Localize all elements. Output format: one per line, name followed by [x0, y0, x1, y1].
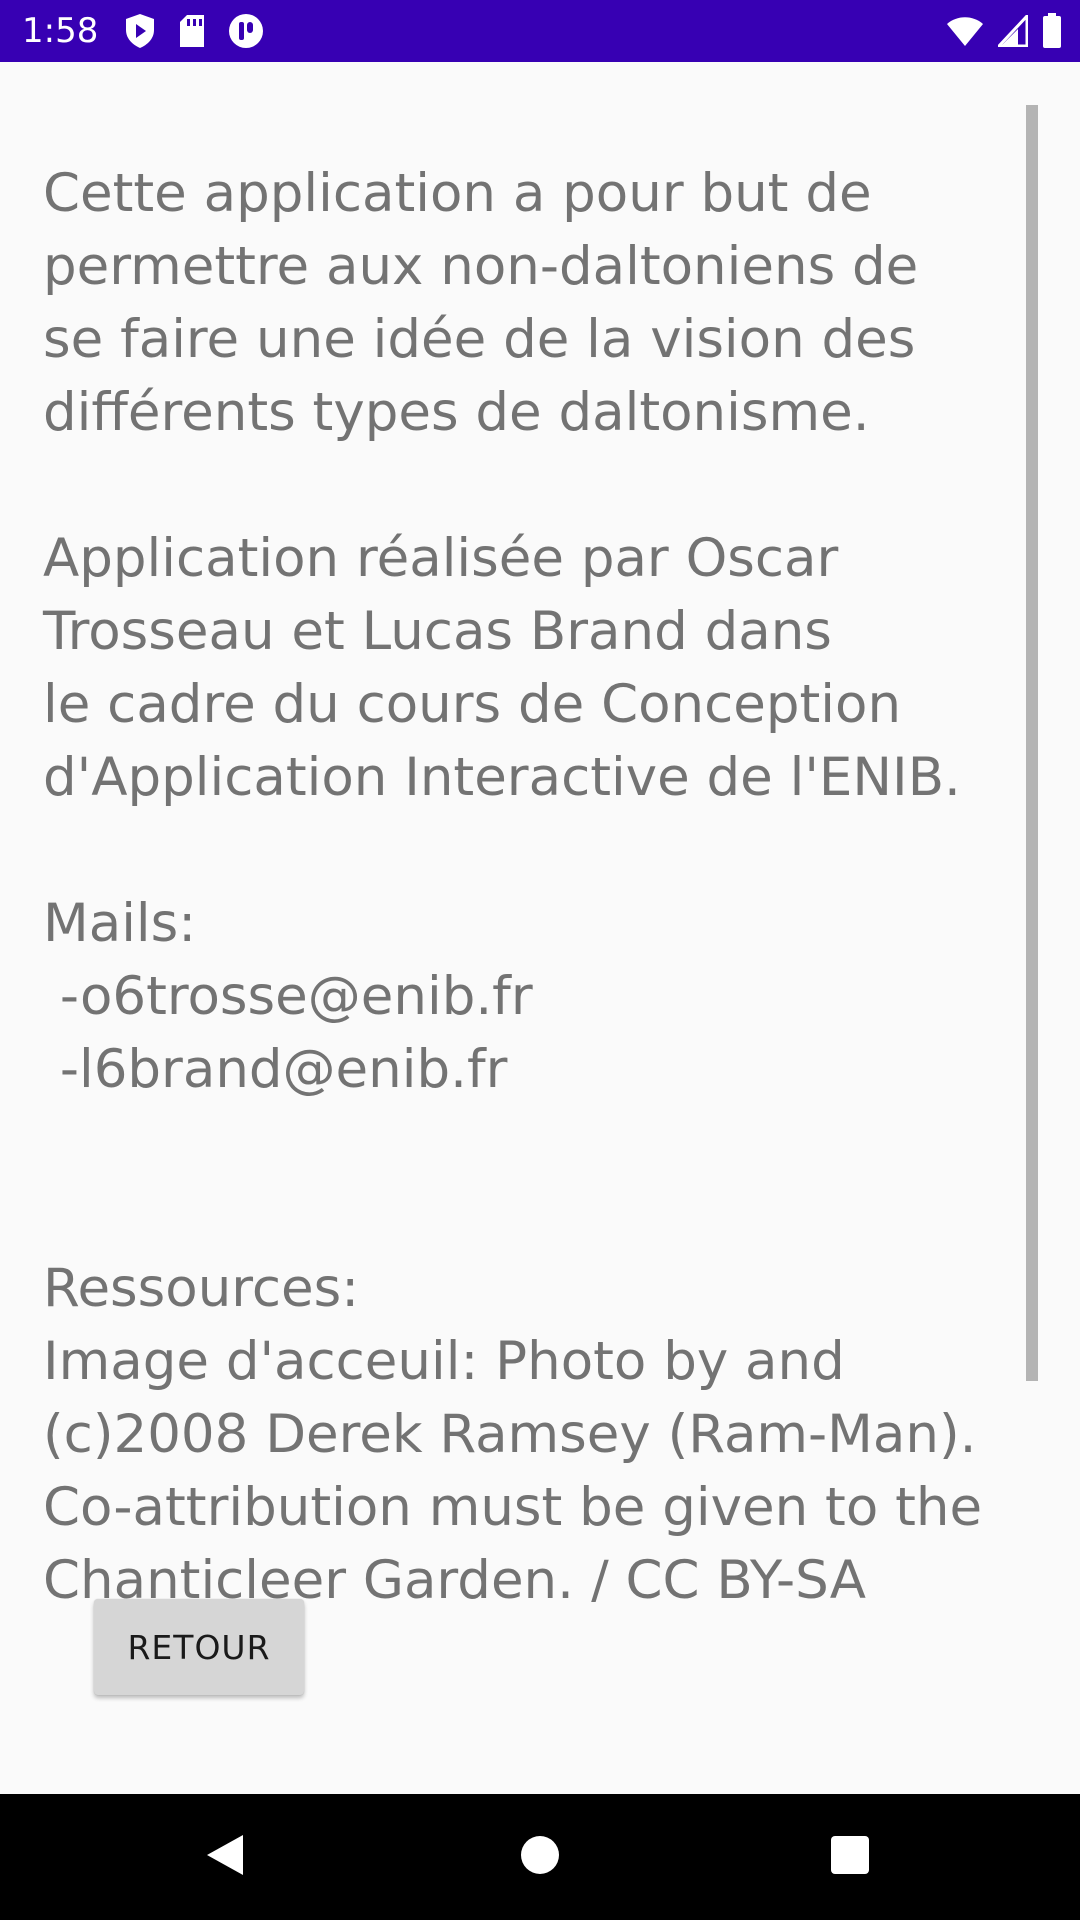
about-scroll-view[interactable]: Cette application a pour but de permettr… — [0, 102, 1040, 1602]
status-bar: 1:58 — [0, 0, 1080, 62]
content-area: Cette application a pour but de permettr… — [0, 62, 1080, 1602]
status-icons-left — [124, 13, 264, 49]
nav-recents-button[interactable] — [815, 1822, 885, 1892]
back-button[interactable]: RETOUR — [94, 1599, 304, 1695]
about-text: Cette application a pour but de permettr… — [43, 163, 983, 1602]
cell-signal-icon — [998, 15, 1028, 47]
back-triangle-icon — [203, 1831, 247, 1883]
status-icons-right — [946, 13, 1062, 49]
home-circle-icon — [519, 1834, 561, 1880]
play-protect-icon — [124, 13, 156, 49]
scrollbar-thumb[interactable] — [1026, 105, 1038, 1381]
status-time: 1:58 — [22, 11, 99, 51]
nav-back-button[interactable] — [190, 1822, 260, 1892]
navigation-bar — [0, 1794, 1080, 1920]
sd-card-icon — [178, 13, 206, 49]
recents-square-icon — [829, 1834, 871, 1880]
wifi-icon — [946, 15, 984, 47]
notification-app-icon — [228, 13, 264, 49]
nav-home-button[interactable] — [505, 1822, 575, 1892]
battery-icon — [1042, 13, 1062, 49]
